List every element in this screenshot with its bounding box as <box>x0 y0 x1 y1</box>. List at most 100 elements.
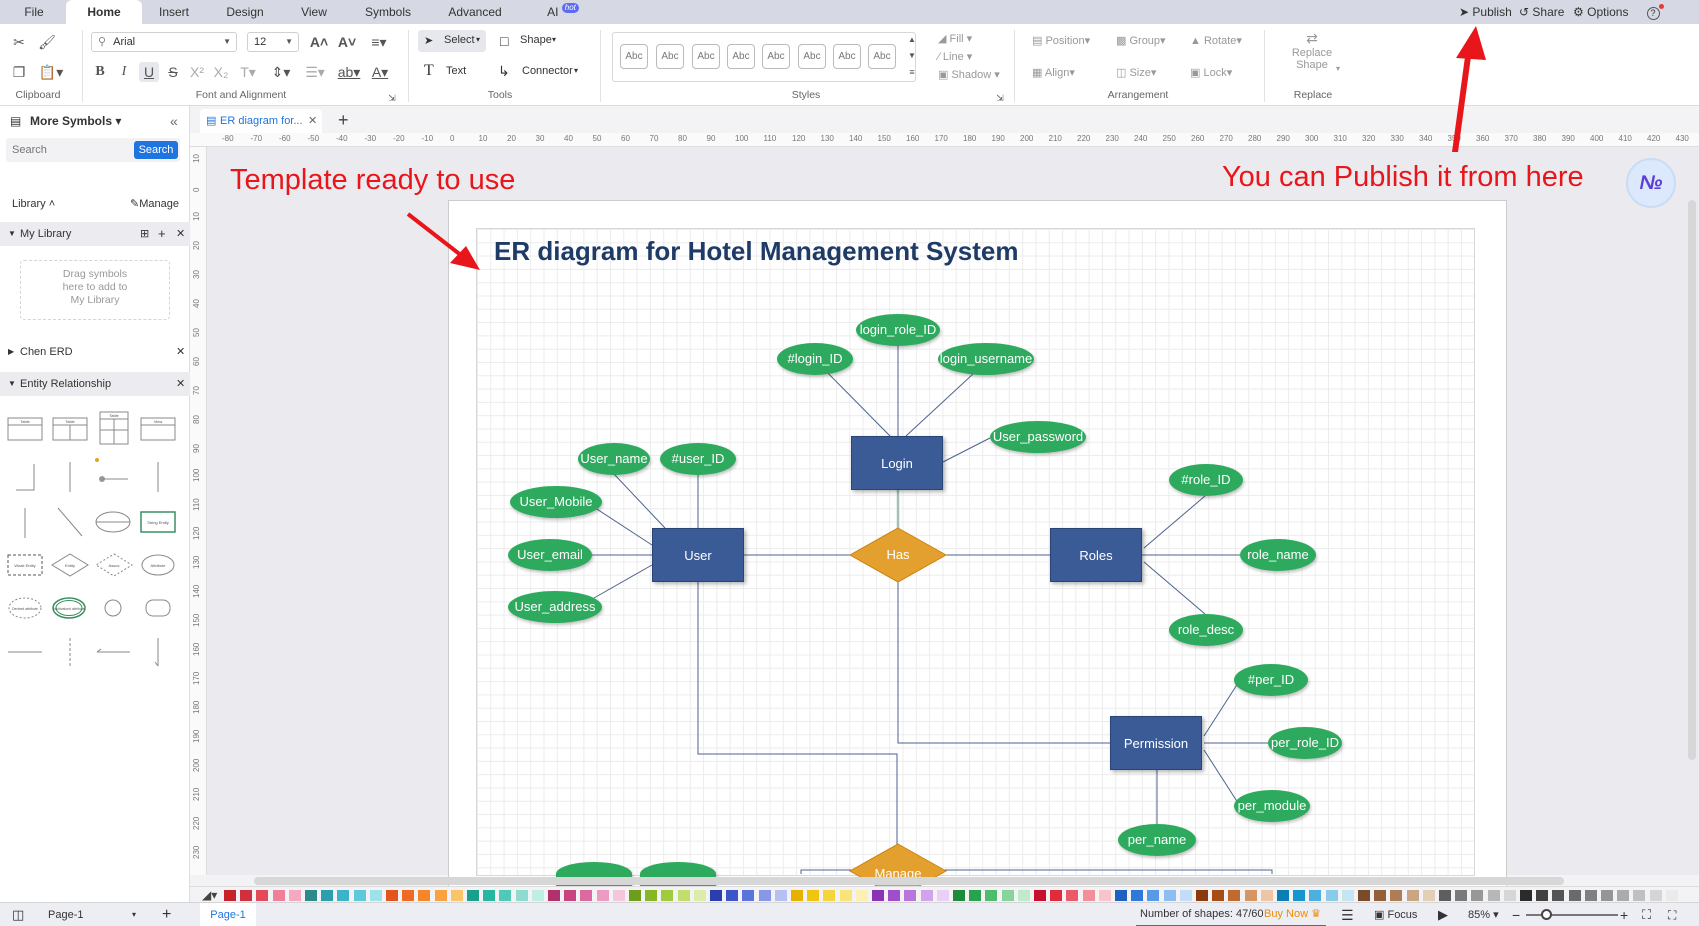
color-swatch[interactable] <box>1617 890 1630 901</box>
color-swatch[interactable] <box>580 890 593 901</box>
symbol-connector-dot[interactable] <box>95 458 128 482</box>
color-swatch[interactable] <box>369 890 382 901</box>
attribute-per-name[interactable]: per_name <box>1118 824 1196 856</box>
page-view-icon[interactable]: ◫ <box>12 903 24 926</box>
connector-tool-button[interactable]: ↳ Connector ▾ <box>496 60 582 82</box>
text-case-icon[interactable]: T▾ <box>236 64 260 80</box>
color-swatch[interactable] <box>1455 890 1468 901</box>
attribute-role-desc[interactable]: role_desc <box>1169 614 1243 646</box>
size-button[interactable]: ◫ Size▾ <box>1116 66 1156 79</box>
color-swatch[interactable] <box>1649 890 1662 901</box>
color-swatch[interactable] <box>1147 890 1160 901</box>
my-library-header[interactable]: ▼ My Library ⊞ + ✕ <box>0 222 190 246</box>
symbol-search-button[interactable]: Search <box>134 141 178 159</box>
color-swatch[interactable] <box>321 890 334 901</box>
color-swatch[interactable] <box>1260 890 1273 901</box>
ai-assistant-icon[interactable]: № <box>1626 158 1676 208</box>
color-swatch[interactable] <box>402 890 415 901</box>
font-size-select[interactable]: 12 ▼ <box>247 32 299 52</box>
select-tool-button[interactable]: ➤ Select ▾ <box>418 30 486 52</box>
color-swatch[interactable] <box>969 890 982 901</box>
symbol-rounded-rect[interactable] <box>145 599 171 617</box>
color-swatch[interactable] <box>1244 890 1257 901</box>
color-swatch[interactable] <box>629 890 641 901</box>
symbol-search-input[interactable] <box>12 141 132 159</box>
entity-permission[interactable]: Permission <box>1110 716 1202 770</box>
symbol-connector-elbow[interactable] <box>16 464 35 491</box>
color-swatch[interactable] <box>1179 890 1192 901</box>
color-swatch[interactable] <box>272 890 285 901</box>
color-swatch[interactable] <box>499 890 512 901</box>
expand-styles-icon[interactable]: ≡ <box>906 64 918 80</box>
color-swatch[interactable] <box>920 890 933 901</box>
attribute-user-id[interactable]: #user_ID <box>660 443 736 475</box>
symbol-multivalued-attribute[interactable]: Multivalued attribute <box>52 597 86 619</box>
color-swatch[interactable] <box>888 890 901 901</box>
buy-now-link[interactable]: Buy Now ♛ <box>1264 903 1321 925</box>
fill-bucket-icon[interactable]: ◢▾ <box>202 888 217 902</box>
color-swatch[interactable] <box>612 890 625 901</box>
close-icon[interactable]: ✕ <box>176 342 185 362</box>
document-tab-active[interactable]: ▤ ER diagram for... ✕ <box>200 109 322 133</box>
text-tool-button[interactable]: T Text <box>422 60 480 82</box>
publish-button[interactable]: ➤ Publish <box>1459 0 1512 24</box>
symbol-table-3[interactable]: Table <box>99 411 129 445</box>
subscript-icon[interactable]: X₂ <box>212 64 230 80</box>
color-swatch[interactable] <box>434 890 447 901</box>
color-swatch[interactable] <box>1601 890 1613 901</box>
underline-icon[interactable]: U <box>139 62 159 82</box>
add-page-icon[interactable]: + <box>162 903 171 926</box>
page-tab-page-1[interactable]: Page-1 <box>200 903 256 926</box>
style-preset-3[interactable]: Abc <box>692 44 720 69</box>
decrease-font-icon[interactable]: A˅ <box>337 34 357 50</box>
color-swatch[interactable] <box>774 890 787 901</box>
color-swatch[interactable] <box>1115 890 1127 901</box>
color-swatch[interactable] <box>758 890 771 901</box>
attribute-user-name[interactable]: User_name <box>578 443 650 475</box>
zoom-level[interactable]: 85% ▾ <box>1468 903 1499 926</box>
color-swatch[interactable] <box>1228 890 1241 901</box>
symbol-view[interactable]: View <box>140 417 176 441</box>
attribute-user-address[interactable]: User_address <box>508 591 602 623</box>
color-swatch[interactable] <box>1034 890 1046 901</box>
collapse-sidebar-icon[interactable]: « <box>170 112 178 130</box>
symbol-weak-entity[interactable]: Weak Entity <box>7 554 43 576</box>
color-swatch[interactable] <box>1277 890 1289 901</box>
plus-icon[interactable]: + <box>158 222 166 246</box>
color-swatch[interactable] <box>839 890 852 901</box>
color-swatch[interactable] <box>418 890 431 901</box>
color-swatch[interactable] <box>936 890 949 901</box>
menu-tab-file[interactable]: File <box>15 0 53 24</box>
entity-login[interactable]: Login <box>851 436 943 490</box>
color-swatch[interactable] <box>305 890 317 901</box>
chen-erd-header[interactable]: ▶ Chen ERD ✕ <box>0 342 190 362</box>
attribute-user-password[interactable]: User_password <box>990 421 1086 453</box>
color-swatch[interactable] <box>1665 890 1678 901</box>
style-preset-7[interactable]: Abc <box>833 44 861 69</box>
attribute-per-id[interactable]: #per_ID <box>1234 664 1308 696</box>
symbol-strong-entity[interactable]: String Entity <box>140 511 176 533</box>
italic-icon[interactable]: I <box>115 64 133 80</box>
position-button[interactable]: ▤ Position▾ <box>1032 34 1090 47</box>
shape-tool-button[interactable]: □ Shape ▾ <box>498 30 566 52</box>
superscript-icon[interactable]: X² <box>188 64 206 80</box>
color-swatch[interactable] <box>1520 890 1532 901</box>
color-swatch[interactable] <box>1471 890 1484 901</box>
color-swatch[interactable] <box>1325 890 1338 901</box>
close-tab-icon[interactable]: ✕ <box>308 109 317 133</box>
color-swatch[interactable] <box>1390 890 1403 901</box>
close-icon[interactable]: ✕ <box>176 372 185 396</box>
color-swatch[interactable] <box>256 890 269 901</box>
fullscreen-icon[interactable]: ⛶ <box>1668 903 1676 926</box>
attribute-user-email[interactable]: User_email <box>508 539 592 571</box>
color-swatch[interactable] <box>1568 890 1581 901</box>
cut-icon[interactable]: ✂ <box>10 34 28 50</box>
symbol-entity-diamond[interactable]: Entity <box>51 553 89 577</box>
color-swatch[interactable] <box>1633 890 1646 901</box>
manage-button[interactable]: ✎Manage <box>130 196 179 212</box>
color-swatch[interactable] <box>564 890 577 901</box>
style-preset-6[interactable]: Abc <box>798 44 826 69</box>
color-swatch[interactable] <box>855 890 868 901</box>
symbol-circle[interactable] <box>104 599 122 617</box>
attribute-user-mobile[interactable]: User_Mobile <box>510 486 602 518</box>
